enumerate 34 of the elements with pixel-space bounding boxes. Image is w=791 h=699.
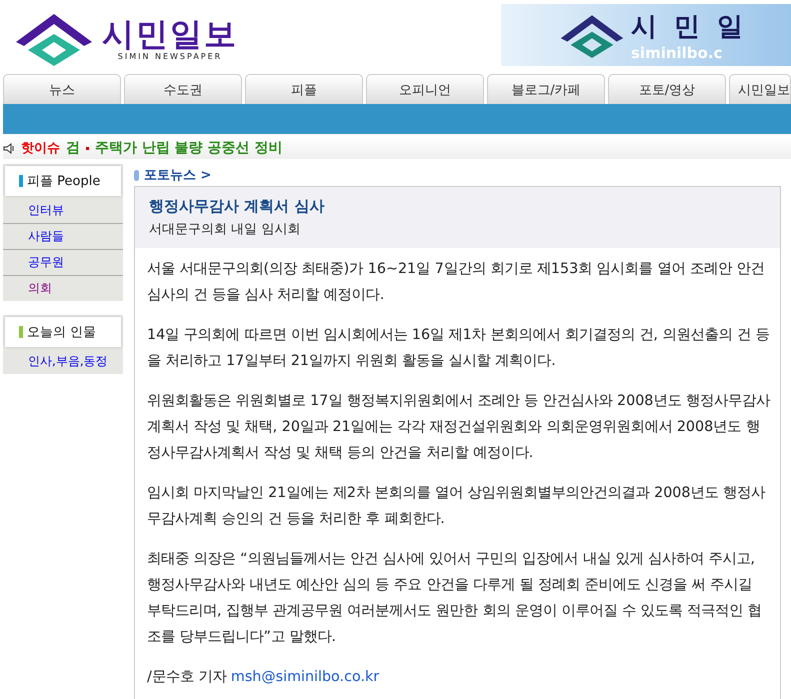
speaker-icon <box>3 142 15 154</box>
banner-url: siminilbo.c <box>631 44 722 62</box>
nav-tab[interactable]: 시민일보 <box>729 74 791 104</box>
ticker-headline[interactable]: 검 <box>66 139 80 157</box>
bullet-icon <box>86 146 89 150</box>
banner-title: 시 민 일 <box>631 10 748 44</box>
sidebar-link[interactable]: 공무원 <box>3 250 123 276</box>
article-paragraph: 서울 서대문구의회(의장 최태중)가 16~21일 7일간의 회기로 제153회 임시회를 열어 조례안 안건심사의 건 등을 심사 처리할 예정이다. <box>147 260 766 305</box>
sidebar-title: 피플 People <box>27 173 100 190</box>
logo-title: 시민일보 <box>102 16 238 52</box>
nav-tab[interactable]: 피플 <box>245 74 363 104</box>
article-title: 행정사무감사 계획서 심사 <box>149 197 326 216</box>
email-link[interactable]: msh@siminilbo.co.kr <box>230 669 380 685</box>
ticker-headline[interactable]: 주택가 난립 불량 공중선 정비 <box>95 139 282 157</box>
article-paragraph: 최태중 의장은 “의원님들께서는 안건 심사에 있어서 구민의 입장에서 내실 있게 심사하여 주시고, 행정사무감사와 내년도 예산안 심의 등 주요 안건을 다루게 될 정례회 준비에도 신경을 써 주시길 부탁드리며, 집행부 관계공무원 여러분께서도 원만한 회의 운영이 이루어질 수 있도록 적극적인 협조를 당부드립니다”고 말했다. <box>147 550 763 647</box>
sidebar-link[interactable]: 인터뷰 <box>3 198 123 224</box>
nav-tab[interactable]: 블로그/카페 <box>487 74 605 104</box>
logo-subtitle: SIMIN NEWSPAPER <box>118 52 222 60</box>
ticker-label: 핫이슈 <box>21 140 60 157</box>
nav-tab[interactable]: 오피니언 <box>366 74 484 104</box>
article-paragraph: 임시회 마지막날인 21일에는 제2차 본회의를 열어 상임위원회별부의안건의결과 2008년도 행정사무감사계획 승인의 건 등을 처리한 후 폐회한다. <box>147 484 766 529</box>
byline: /문수호 기자 <box>147 669 226 685</box>
breadcrumb-link[interactable]: 포토뉴스 > <box>144 166 212 184</box>
sidebar-title: 오늘의 인물 <box>27 324 96 341</box>
sidebar-link[interactable]: 사람들 <box>3 224 123 250</box>
sidebar-link[interactable]: 인사,부음,동정 <box>3 349 123 374</box>
sidebar-link[interactable]: 의회 <box>3 276 123 301</box>
nav-tab[interactable]: 포토/영상 <box>608 74 726 104</box>
pill-icon <box>134 170 139 180</box>
article-paragraph: 위원회활동은 위원회별로 17일 행정복지위원회에서 조례안 등 안건심사와 2008년도 행정사무감사계획서 작성 및 채택, 20일과 21일에는 각각 재정건설위원회와 의회운영위원회에서 2008년도 행정사무감사계획서 작성 및 채택 등의 안건을 처리할 예정이다. <box>147 392 770 463</box>
nav-tab[interactable]: 뉴스 <box>3 74 121 104</box>
article-subtitle: 서대문구의회 내일 임시회 <box>149 221 302 238</box>
nav-tab[interactable]: 수도권 <box>124 74 242 104</box>
article-paragraph: 14일 구의회에 따르면 이번 임시회에서는 16일 제1차 본회의에서 회기결정의 건, 의원선출의 건 등을 처리하고 17일부터 21일까지 위원회 활동을 실시할 계획이다. <box>147 326 770 371</box>
